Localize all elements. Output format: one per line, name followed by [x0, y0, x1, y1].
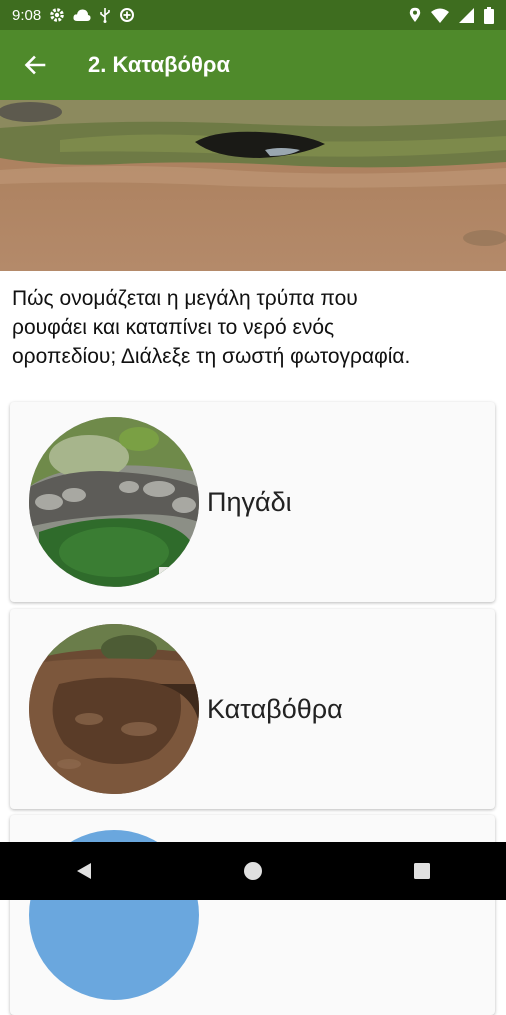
- page-title: 2. Καταβόθρα: [88, 52, 230, 77]
- back-button[interactable]: [0, 30, 70, 100]
- nav-home-button[interactable]: [223, 842, 283, 900]
- app-bar: 2. Καταβόθρα: [0, 30, 506, 100]
- option-card-well[interactable]: Πηγάδι: [10, 402, 495, 602]
- battery-icon: [484, 6, 494, 24]
- back-triangle-icon: [77, 863, 92, 879]
- recents-square-icon: [413, 863, 430, 879]
- status-bar: 9:08: [0, 0, 506, 30]
- cloud-icon: [73, 9, 91, 21]
- status-time: 9:08: [12, 6, 42, 24]
- home-circle-icon: [243, 862, 262, 880]
- option-image-sinkhole: [29, 624, 199, 794]
- navigation-bar: [0, 842, 506, 900]
- arrow-back-icon: [24, 55, 46, 75]
- hero-image: [0, 100, 506, 271]
- data-saver-icon: [120, 8, 135, 22]
- wifi-icon: [431, 8, 449, 23]
- option-image-well: [29, 417, 199, 587]
- option-card-sinkhole[interactable]: Καταβόθρα: [10, 609, 495, 809]
- option-label: Πηγάδι: [207, 486, 292, 517]
- question-text: Πώς ονομάζεται η μεγάλη τρύπα που ρουφάε…: [12, 287, 411, 368]
- usb-icon: [100, 8, 111, 23]
- signal-icon: [459, 7, 474, 23]
- location-icon: [409, 7, 421, 22]
- gear-icon: [50, 8, 65, 22]
- option-label: Καταβόθρα: [207, 693, 343, 724]
- nav-recents-button[interactable]: [392, 842, 452, 900]
- nav-back-button[interactable]: [54, 842, 114, 900]
